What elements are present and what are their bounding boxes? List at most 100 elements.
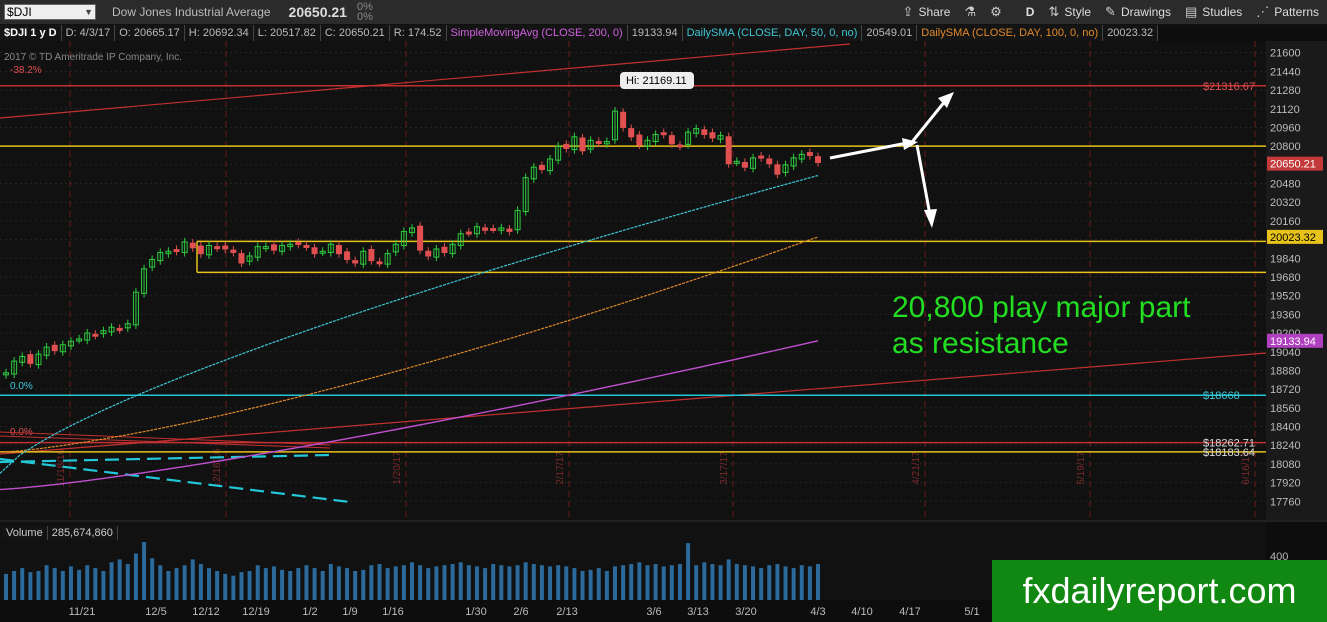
volume-bar xyxy=(677,564,682,600)
annotation-text: 20,800 play major part as resistance xyxy=(892,291,1191,360)
x-tick-label: 2/13 xyxy=(556,606,577,618)
month-marker-label: 12/16/16 xyxy=(212,448,223,487)
volume-bar xyxy=(328,564,333,600)
volume-bar xyxy=(377,564,382,600)
candle-body xyxy=(51,344,58,352)
volume-bar xyxy=(637,562,642,600)
x-tick-label: 1/2 xyxy=(302,606,317,618)
candle-body xyxy=(352,260,359,264)
candle-body xyxy=(482,227,489,231)
volume-bar xyxy=(125,564,130,600)
candle-body xyxy=(815,156,821,164)
candle-body xyxy=(741,162,748,168)
candle-body xyxy=(595,140,602,144)
volume-bar xyxy=(580,571,585,600)
y-tick-label: 18560 xyxy=(1270,403,1301,415)
y-tick-label: 19040 xyxy=(1270,347,1301,359)
plot-area xyxy=(0,41,1266,520)
volume-label: Volume 285,674,860 xyxy=(2,526,118,540)
y-tick-label: 19360 xyxy=(1270,309,1301,321)
candle-body xyxy=(620,111,627,128)
x-tick-label: 1/16 xyxy=(382,606,403,618)
volume-bar xyxy=(710,564,715,600)
volume-bar xyxy=(491,564,496,600)
info-range: R: 174.52 xyxy=(389,25,447,41)
sma100-value: 20023.32 xyxy=(1103,25,1159,41)
volume-bar xyxy=(239,572,244,600)
x-tick-label: 3/13 xyxy=(687,606,708,618)
candle-body xyxy=(303,244,310,248)
candle-body xyxy=(335,244,342,255)
volume-bar xyxy=(215,571,220,600)
y-tick-label: 19840 xyxy=(1270,253,1301,265)
candle-body xyxy=(417,225,424,251)
volume-bar xyxy=(336,566,341,600)
volume-bar xyxy=(556,565,561,600)
candle-body xyxy=(490,228,497,232)
volume-bar xyxy=(117,559,122,600)
x-tick-label: 3/6 xyxy=(646,606,661,618)
volume-bar xyxy=(751,566,756,600)
volume-bar xyxy=(483,568,488,600)
volume-bar xyxy=(799,565,804,600)
price-badge-label: $21316.67 xyxy=(1203,81,1255,93)
y-tick-label: 20320 xyxy=(1270,197,1301,209)
candle-body xyxy=(660,132,667,136)
volume-bar xyxy=(271,566,276,600)
volume-bar xyxy=(726,559,731,600)
info-bar: $DJI 1 y D D: 4/3/17 O: 20665.17 H: 2069… xyxy=(0,25,1159,41)
y-tick-label: 18880 xyxy=(1270,365,1301,377)
x-tick-label: 1/30 xyxy=(465,606,486,618)
y-tick-label: 17760 xyxy=(1270,496,1301,508)
price-badge-label: 20650.21 xyxy=(1270,159,1316,171)
volume-bar xyxy=(401,565,406,600)
volume-bar xyxy=(515,565,520,600)
volume-bar xyxy=(410,562,414,600)
x-tick-label: 3/20 xyxy=(735,606,756,618)
volume-bar xyxy=(28,572,33,600)
candle-body xyxy=(270,244,277,251)
y-tick-label: 21600 xyxy=(1270,48,1301,60)
volume-bar xyxy=(44,565,49,600)
x-tick-label: 5/1 xyxy=(964,606,979,618)
y-tick-label: 20480 xyxy=(1270,179,1301,191)
volume-bar xyxy=(312,568,317,600)
volume-bar xyxy=(60,571,65,600)
y-tick-label: 19520 xyxy=(1270,291,1301,303)
volume-bar xyxy=(231,575,236,600)
candle-body xyxy=(465,231,472,235)
candle-body xyxy=(636,134,643,146)
watermark: fxdailyreport.com xyxy=(992,560,1327,622)
sma50-value: 20549.01 xyxy=(862,25,918,41)
volume-bar xyxy=(450,564,455,600)
x-tick-label: 2/6 xyxy=(513,606,528,618)
price-badge-label: 20023.32 xyxy=(1270,232,1316,244)
price-badge-label: $18183.64 xyxy=(1203,447,1255,459)
info-low: L: 20517.82 xyxy=(253,25,321,41)
candle-body xyxy=(766,158,773,165)
volume-bar xyxy=(353,571,358,600)
fib-label-mid: 0.0% xyxy=(10,381,33,392)
y-tick-label: 20800 xyxy=(1270,141,1301,153)
candle-body xyxy=(197,245,204,255)
candle-body xyxy=(441,246,448,253)
y-tick-label: 18240 xyxy=(1270,440,1301,452)
x-tick-label: 12/5 xyxy=(145,606,166,618)
volume-bar xyxy=(775,564,780,600)
info-high: H: 20692.34 xyxy=(184,25,254,41)
candle-body xyxy=(230,249,237,253)
candle-body xyxy=(116,327,123,331)
volume-bar xyxy=(207,568,211,600)
candle-body xyxy=(538,164,545,171)
price-badge-label: 19133.94 xyxy=(1270,336,1316,348)
x-tick-label: 4/3 xyxy=(810,606,825,618)
price-badge-label: $18668 xyxy=(1203,390,1240,402)
volume-bar xyxy=(791,568,796,600)
candle-body xyxy=(173,249,180,253)
candle-body xyxy=(344,251,351,260)
volume-bar xyxy=(174,568,179,600)
x-tick-label: 4/17 xyxy=(899,606,920,618)
volume-bar xyxy=(320,571,325,600)
volume-bar xyxy=(166,571,171,600)
volume-bar xyxy=(426,568,431,600)
